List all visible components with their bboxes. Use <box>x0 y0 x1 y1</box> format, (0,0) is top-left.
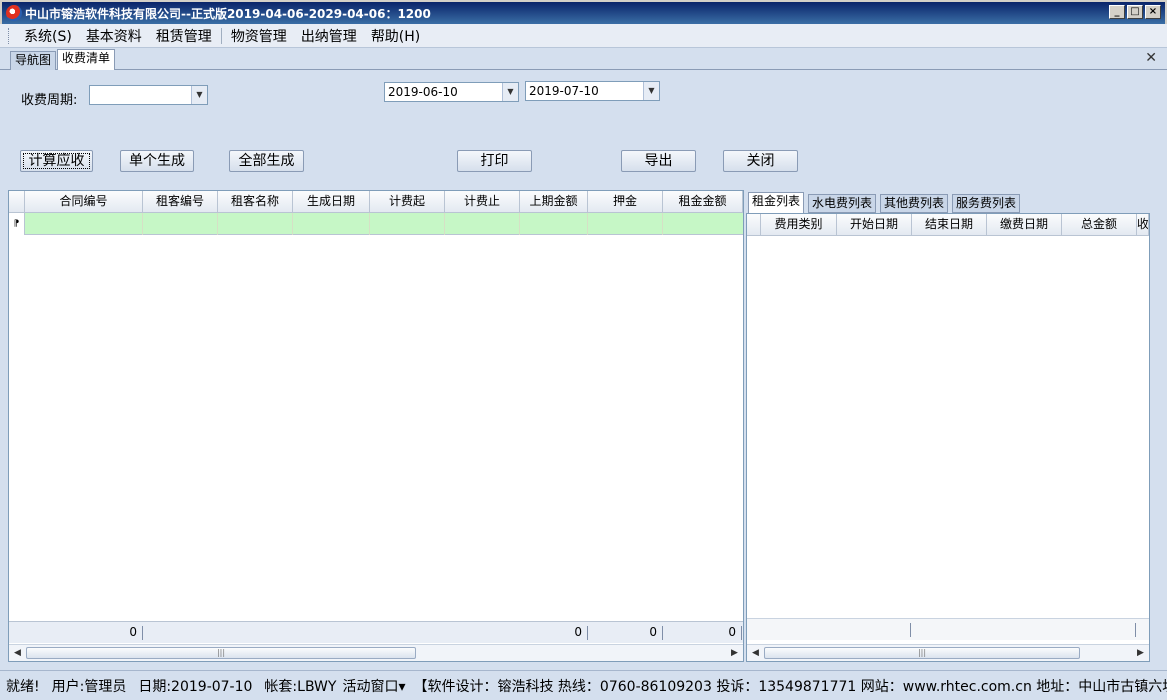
detail-grid[interactable]: 费用类别 开始日期 结束日期 缴费日期 总金额 收 ◀ ||| ▶ <box>746 213 1150 662</box>
column-header[interactable]: 费用类别 <box>761 214 837 236</box>
column-header[interactable]: 总金额 <box>1062 214 1137 236</box>
status-info: 【软件设计：镕浩科技 热线：0760-86109203 投诉：135498717… <box>413 678 1167 695</box>
start-date-picker[interactable]: 2019-06-10 ▼ <box>384 82 519 102</box>
print-button[interactable]: 打印 <box>457 150 532 172</box>
window-controls: _ □ × <box>1109 5 1161 19</box>
tab-utilities-list[interactable]: 水电费列表 <box>808 194 877 213</box>
table-cell[interactable] <box>143 213 218 235</box>
app-icon <box>6 5 22 21</box>
end-date-picker[interactable]: 2019-07-10 ▼ <box>525 81 660 101</box>
status-ready: 就绪! <box>6 678 40 695</box>
window-title: 中山市镕浩软件科技有限公司--正式版2019-04-06-2029-04-06：… <box>25 6 431 21</box>
table-cell[interactable] <box>25 213 143 235</box>
fee-list-grid[interactable]: 合同编号 租客编号 租客名称 生成日期 计费起 计费止 上期金额 押金 租金金额… <box>8 190 744 662</box>
scroll-thumb[interactable]: ||| <box>764 647 1080 659</box>
column-header[interactable]: 上期金额 <box>520 191 588 213</box>
footer-separator <box>910 623 911 637</box>
column-header[interactable]: 租客编号 <box>143 191 218 213</box>
table-cell[interactable] <box>520 213 588 235</box>
new-row[interactable]: ⁋ <box>9 213 743 235</box>
footer-separator <box>587 626 588 640</box>
status-user: 用户:管理员 <box>51 678 127 695</box>
horizontal-scrollbar[interactable]: ◀ ||| ▶ <box>9 644 743 661</box>
minimize-button[interactable]: _ <box>1109 5 1125 19</box>
chevron-down-icon[interactable]: ▼ <box>643 82 659 100</box>
summary-deposit: 0 <box>649 625 657 639</box>
menu-basic-data[interactable]: 基本资料 <box>79 26 149 46</box>
menu-cashier-management[interactable]: 出纳管理 <box>294 26 364 46</box>
tab-fee-list[interactable]: 收费清单 <box>57 49 116 70</box>
table-cell[interactable] <box>370 213 445 235</box>
menu-materials-management[interactable]: 物资管理 <box>224 26 294 46</box>
summary-footer: 0 0 0 0 <box>9 621 743 643</box>
column-header[interactable]: 计费止 <box>445 191 520 213</box>
active-window-dropdown[interactable]: 活动窗口▾ <box>336 676 411 696</box>
maximize-button[interactable]: □ <box>1127 5 1143 19</box>
close-button[interactable]: 关闭 <box>723 150 798 172</box>
column-header[interactable]: 结束日期 <box>912 214 987 236</box>
detail-tabstrip: 租金列表 水电费列表 其他费列表 服务费列表 <box>746 192 1156 213</box>
menu-bar: 系统(S) 基本资料 租赁管理 物资管理 出纳管理 帮助(H) <box>0 24 1167 48</box>
menu-grip <box>8 27 11 44</box>
table-cell[interactable] <box>445 213 520 235</box>
period-select[interactable]: ▼ <box>89 85 208 105</box>
column-header[interactable]: 开始日期 <box>837 214 912 236</box>
end-date-value: 2019-07-10 <box>529 84 599 98</box>
document-tabstrip: 导航图 收费清单 ✕ <box>0 48 1167 70</box>
tab-navigation-map[interactable]: 导航图 <box>10 51 57 70</box>
status-bar: 就绪! 用户:管理员 日期:2019-07-10 帐套:LBWY 活动窗口▾ 【… <box>0 670 1167 700</box>
chevron-down-icon[interactable]: ▼ <box>502 83 518 101</box>
close-tab-icon[interactable]: ✕ <box>1145 50 1157 66</box>
column-header[interactable]: 缴费日期 <box>987 214 1062 236</box>
menu-separator <box>220 27 222 44</box>
column-header[interactable]: 租金金额 <box>663 191 743 213</box>
summary-contract-count: 0 <box>129 625 137 639</box>
status-account: 帐套:LBWY <box>264 678 337 695</box>
generate-all-button[interactable]: 全部生成 <box>229 150 304 172</box>
export-button[interactable]: 导出 <box>621 150 696 172</box>
tab-service-fees-list[interactable]: 服务费列表 <box>952 194 1021 213</box>
tab-rent-list[interactable]: 租金列表 <box>748 192 805 213</box>
start-date-value: 2019-06-10 <box>388 85 458 99</box>
footer-separator <box>1135 623 1136 637</box>
table-cell[interactable] <box>293 213 370 235</box>
menu-system[interactable]: 系统(S) <box>17 26 79 46</box>
calculate-receivable-button[interactable]: 计算应收 <box>20 150 93 172</box>
row-header-corner <box>747 214 761 236</box>
period-label: 收费周期: <box>21 93 78 108</box>
column-header[interactable]: 押金 <box>588 191 663 213</box>
column-header[interactable]: 合同编号 <box>25 191 143 213</box>
table-cell[interactable] <box>218 213 293 235</box>
row-header-corner <box>9 191 25 213</box>
chevron-down-icon[interactable]: ▼ <box>191 86 207 104</box>
menu-help[interactable]: 帮助(H) <box>364 26 427 46</box>
scroll-right-icon[interactable]: ▶ <box>1132 645 1149 661</box>
window-titlebar: 中山市镕浩软件科技有限公司--正式版2019-04-06-2029-04-06：… <box>0 0 1167 24</box>
footer-separator <box>741 626 742 640</box>
column-header[interactable]: 租客名称 <box>218 191 293 213</box>
detail-summary-footer <box>747 618 1149 640</box>
generate-single-button[interactable]: 单个生成 <box>120 150 194 172</box>
column-header[interactable]: 生成日期 <box>293 191 370 213</box>
tab-other-fees-list[interactable]: 其他费列表 <box>880 194 949 213</box>
column-header[interactable]: 收 <box>1137 214 1149 236</box>
scroll-thumb[interactable]: ||| <box>26 647 416 659</box>
close-window-button[interactable]: × <box>1145 5 1161 19</box>
horizontal-scrollbar[interactable]: ◀ ||| ▶ <box>747 644 1149 661</box>
column-header[interactable]: 计费起 <box>370 191 445 213</box>
menu-lease-management[interactable]: 租赁管理 <box>149 26 219 46</box>
new-row-indicator-icon: ⁋ <box>9 213 25 235</box>
scroll-left-icon[interactable]: ◀ <box>747 645 764 661</box>
table-cell[interactable] <box>588 213 663 235</box>
summary-rent-amount: 0 <box>728 625 736 639</box>
footer-separator <box>142 626 143 640</box>
status-date: 日期:2019-07-10 <box>138 678 253 695</box>
scroll-right-icon[interactable]: ▶ <box>726 645 743 661</box>
filter-panel: 收费周期: ▼ 2019-06-10 ▼ 2019-07-10 ▼ 计算应收 单… <box>6 71 1161 186</box>
summary-previous-amount: 0 <box>574 625 582 639</box>
footer-separator <box>662 626 663 640</box>
scroll-left-icon[interactable]: ◀ <box>9 645 26 661</box>
